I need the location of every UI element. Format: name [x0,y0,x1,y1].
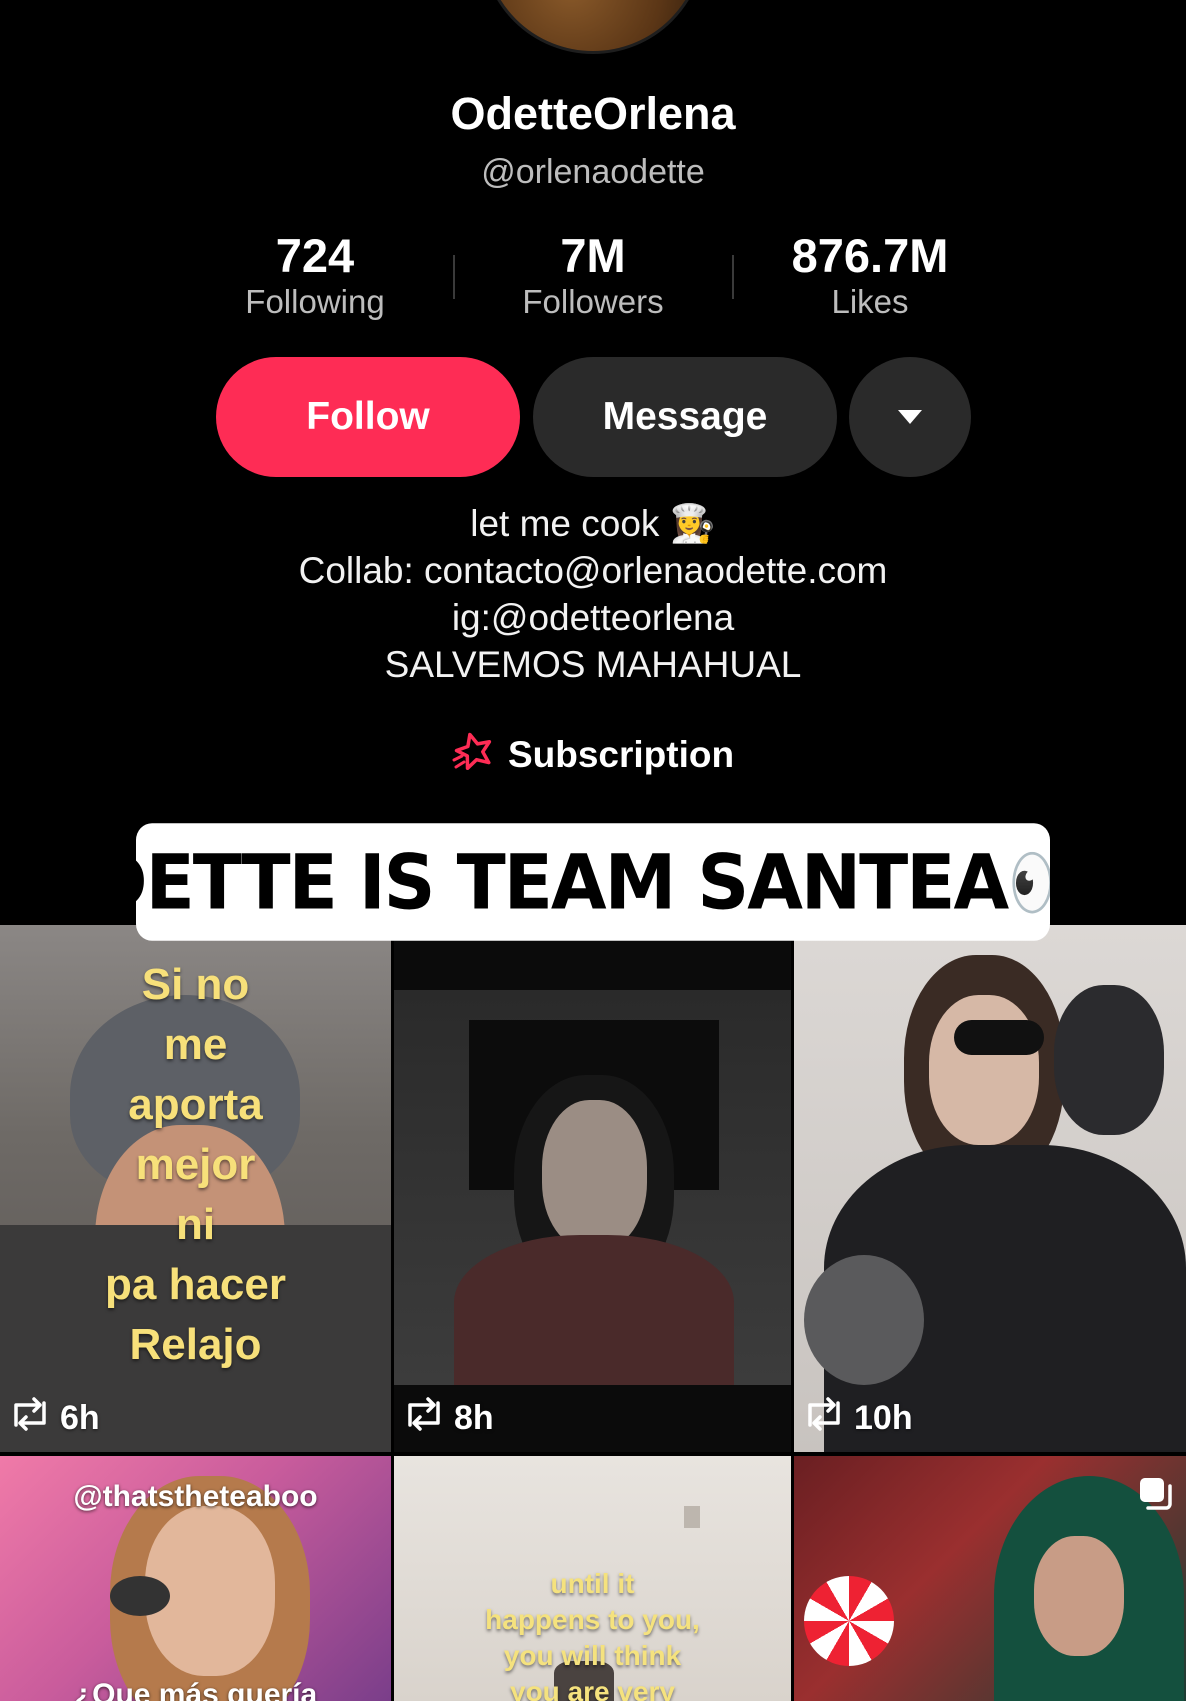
wall-switch-shape [684,1506,700,1528]
username-handle: @orlenaodette [481,153,705,191]
repost-icon [10,1397,50,1440]
bio-instagram[interactable]: ig:@odetteorlena [0,594,1186,641]
likes-count: 876.7M [791,229,949,282]
stat-likes[interactable]: 876.7M Likes [720,230,1020,321]
bio: let me cook 👩‍🍳 Collab: contacto@orlenao… [0,500,1186,688]
video-thumbnail[interactable]: until it happens to you, you will think … [394,1456,791,1701]
video-time: 10h [854,1399,913,1437]
caption-line: ni [175,1200,216,1249]
stat-followers[interactable]: 7M Followers [443,230,743,321]
star-icon [452,730,496,779]
video-watermark: @thatstheteaboo [73,1480,318,1513]
bio-line: SALVEMOS MAHAHUAL [384,644,802,685]
display-name: OdetteOrlena [450,88,736,139]
likes-label: Likes [831,282,909,320]
following-count: 724 [275,229,355,282]
video-thumbnail[interactable]: @thatstheteaboo ¿Que más quería [0,1456,391,1701]
video-caption: Si no me aporta mejor ni pa hacer Relajo [0,955,391,1375]
followers-label: Followers [522,282,664,320]
stat-following[interactable]: 724 Following [165,230,465,321]
caption-line: aporta [128,1080,263,1129]
video-thumbnail[interactable] [794,1456,1186,1701]
chevron-down-icon [898,410,922,424]
multi-photo-icon [1136,1474,1176,1519]
caption-line: until it [550,1568,635,1599]
video-time: 8h [454,1399,494,1437]
caption-line: you will think [503,1640,682,1671]
followers-count: 7M [560,229,626,282]
bio-collab-email[interactable]: Collab: contacto@orlenaodette.com [0,547,1186,594]
repost-icon [404,1397,444,1440]
face-shape [1034,1536,1124,1656]
video-thumbnail[interactable]: 10h [794,925,1186,1452]
following-label: Following [245,282,385,320]
repost-indicator: 6h [10,1397,100,1440]
microphone-shape [110,1576,170,1616]
subscription-link[interactable]: Subscription [0,730,1186,779]
caption-line: Si no [141,960,250,1009]
boxing-glove-shape [804,1255,924,1385]
overlay-caption-banner: ODETTE IS TEAM SANTEA👀☕ [136,823,1050,941]
follow-button[interactable]: Follow [216,357,520,477]
video-caption: ¿Que más quería [73,1678,318,1701]
video-caption: until it happens to you, you will think … [394,1566,791,1701]
repost-icon [804,1397,844,1440]
bio-line: let me cook 👩‍🍳 [470,503,716,544]
subscription-label: Subscription [507,733,735,775]
video-thumbnail[interactable]: Si no me aporta mejor ni pa hacer Relajo… [0,925,391,1452]
peppermint-shape [804,1576,894,1666]
caption-line: happens to you, [485,1604,700,1635]
video-thumbnail[interactable]: 8h [394,925,791,1452]
caption-line: mejor [135,1140,256,1189]
hoodie-shape [454,1235,734,1385]
boxing-glove-shape [1054,985,1164,1135]
profile-avatar[interactable] [481,0,705,54]
message-button[interactable]: Message [533,357,837,477]
face-shape [542,1100,647,1250]
sunglasses-shape [954,1020,1044,1055]
caption-line: pa hacer [105,1260,286,1309]
face-shape [929,995,1039,1145]
caption-line: me [163,1020,228,1069]
repost-indicator: 10h [804,1397,913,1440]
repost-indicator: 8h [404,1397,494,1440]
caption-line: Relajo [129,1320,262,1369]
more-options-button[interactable] [849,357,971,477]
video-time: 6h [60,1399,100,1437]
caption-line: you are very [510,1676,675,1701]
